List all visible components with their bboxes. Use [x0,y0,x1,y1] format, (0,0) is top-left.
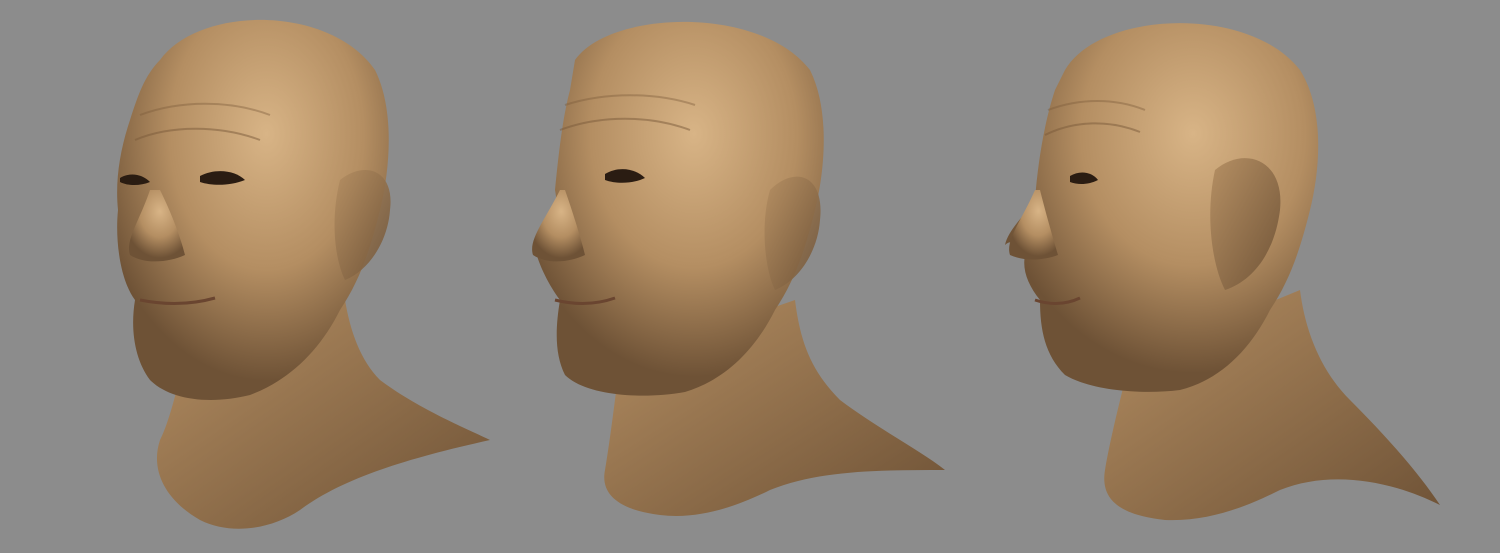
bald-head-render-icon [532,21,945,516]
bald-head-render-icon [117,19,491,529]
head-render-view-2 [500,0,1000,553]
render-canvas [0,0,1500,553]
head-render-view-1 [0,0,500,553]
head-render-view-3 [1000,0,1500,553]
ear-shape [764,176,821,290]
bald-head-render-icon [1005,23,1440,521]
ear-shape [334,170,391,280]
